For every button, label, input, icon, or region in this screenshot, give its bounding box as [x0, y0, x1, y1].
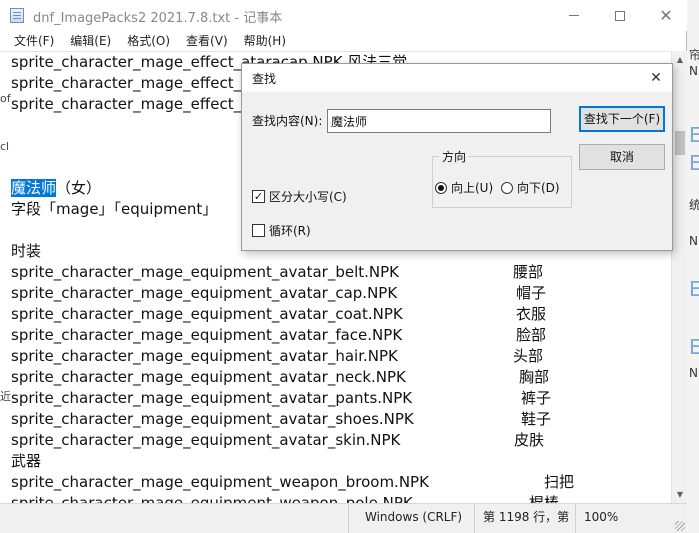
bg-fragment: N: [689, 234, 698, 248]
close-button[interactable]: ✕: [643, 0, 689, 31]
bg-fragment: E: [689, 125, 699, 145]
menu-format[interactable]: 格式(O): [119, 31, 178, 51]
text-line: 魔法师（女）: [11, 179, 102, 197]
scrollbar-thumb[interactable]: [675, 131, 685, 155]
text-line: sprite_character_mage_equipment_weapon_p…: [11, 493, 559, 503]
text-value: 胸部: [519, 368, 550, 386]
text-line: sprite_character_mage_equipment_avatar_s…: [11, 431, 545, 449]
status-encoding: Windows (CRLF): [348, 504, 474, 533]
text-line: sprite_character_mage_equipment_weapon_b…: [11, 473, 575, 491]
bg-fragment: E: [689, 337, 699, 357]
find-what-label: 查找内容(N):: [252, 114, 323, 128]
checkmark-icon: ✓: [252, 190, 265, 203]
text-value: 腰部: [513, 263, 544, 281]
close-icon: ✕: [659, 6, 673, 25]
background-window-edge: 帘 N E E 统 N E E N: [686, 0, 699, 533]
scroll-up-icon[interactable]: ▲: [672, 51, 688, 68]
menu-help[interactable]: 帮助(H): [236, 31, 294, 51]
text-line: sprite_character_mage_equipment_avatar_p…: [11, 389, 552, 407]
text-line: 武器: [11, 452, 42, 470]
checkbox-empty-icon: [252, 224, 265, 237]
selected-text: 魔法师: [11, 179, 57, 197]
direction-label: 方向: [439, 148, 470, 165]
minimize-button[interactable]: [551, 0, 597, 31]
bg-fragment: 统: [689, 198, 699, 212]
status-cursor-position: 第 1198 行，第 4: [474, 504, 575, 533]
notepad-icon: [10, 8, 24, 23]
find-dialog-title-bar[interactable]: 查找 ✕: [242, 64, 672, 92]
text-line: sprite_character_mage_effect_a: [11, 95, 251, 113]
radio-empty-icon: [501, 181, 513, 194]
menu-edit[interactable]: 编辑(E): [62, 31, 119, 51]
find-dialog-title: 查找: [252, 72, 277, 86]
bg-fragment: N: [689, 366, 698, 380]
bg-fragment: 帘: [689, 48, 699, 62]
text-value: 衣服: [516, 305, 547, 323]
title-bar[interactable]: dnf_ImagePacks2 2021.7.8.txt - 记事本 ✕: [0, 0, 687, 31]
cancel-button[interactable]: 取消: [579, 144, 665, 170]
text-line: sprite_character_mage_equipment_avatar_c…: [11, 305, 547, 323]
background-left-fragments: of cl 近: [0, 0, 11, 533]
text-value: 扫把: [544, 473, 575, 491]
text-line: sprite_character_mage_equipment_avatar_s…: [11, 410, 552, 428]
text-value: 头部: [513, 347, 544, 365]
text-value: 裤子: [521, 389, 552, 407]
text-value: 棍棒: [529, 494, 560, 503]
text-line: sprite_character_mage_equipment_avatar_c…: [11, 284, 547, 302]
text-line: 时装: [11, 242, 42, 260]
vertical-scrollbar[interactable]: ▲ ▼: [671, 51, 687, 503]
radio-selected-icon: [435, 181, 447, 194]
menu-view[interactable]: 查看(V): [178, 31, 236, 51]
bg-fragment: E: [689, 153, 699, 173]
text-value: 鞋子: [521, 410, 552, 428]
direction-group: 方向 向上(U) 向下(D): [432, 148, 572, 208]
text-line: sprite_character_mage_equipment_avatar_f…: [11, 326, 547, 344]
bg-fragment: of: [0, 92, 11, 105]
text-value: 脸部: [516, 326, 547, 344]
find-what-input[interactable]: [327, 109, 551, 133]
find-close-icon[interactable]: ✕: [646, 68, 666, 88]
bg-fragment: E: [689, 279, 699, 299]
resize-grip-icon[interactable]: [675, 521, 685, 531]
maximize-icon: [615, 10, 625, 21]
find-next-button[interactable]: 查找下一个(F): [579, 106, 665, 132]
find-dialog: 查找 ✕ 查找内容(N): 查找下一个(F) 取消 方向 向上(U) 向下(D)…: [241, 63, 673, 251]
wrap-around-checkbox[interactable]: 循环(R): [252, 222, 311, 239]
bg-fragment: 近: [0, 390, 11, 403]
text-line: 字段「mage」「equipment」: [11, 200, 218, 218]
text-value: 皮肤: [514, 431, 545, 449]
text-line: sprite_character_mage_equipment_avatar_n…: [11, 368, 550, 386]
text-line: sprite_character_mage_equipment_avatar_h…: [11, 347, 544, 365]
menu-bar: 文件(F) 编辑(E) 格式(O) 查看(V) 帮助(H): [0, 31, 687, 51]
text-line: sprite_character_mage_effect_a: [11, 74, 251, 92]
status-zoom: 100%: [575, 504, 687, 533]
minimize-icon: [569, 15, 579, 16]
maximize-button[interactable]: [597, 0, 643, 31]
text-line: sprite_character_mage_equipment_avatar_b…: [11, 263, 544, 281]
scroll-down-icon[interactable]: ▼: [672, 486, 688, 503]
bg-fragment: N: [689, 64, 698, 78]
match-case-checkbox[interactable]: ✓ 区分大小写(C): [252, 188, 347, 205]
status-bar: Windows (CRLF) 第 1198 行，第 4 100%: [0, 503, 687, 533]
bg-fragment: cl: [0, 140, 10, 153]
window-title: dnf_ImagePacks2 2021.7.8.txt - 记事本: [33, 11, 283, 26]
direction-down-radio[interactable]: 向下(D): [501, 179, 560, 196]
menu-file[interactable]: 文件(F): [6, 31, 62, 51]
direction-up-radio[interactable]: 向上(U): [435, 179, 493, 196]
text-value: 帽子: [516, 284, 547, 302]
